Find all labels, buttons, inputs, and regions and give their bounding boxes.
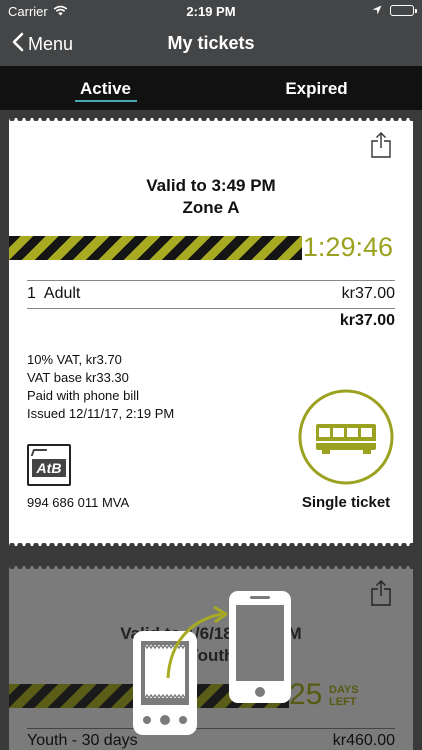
page-title: My tickets <box>167 33 255 53</box>
status-time: 2:19 PM <box>186 4 236 19</box>
total-price: kr37.00 <box>339 312 395 329</box>
divider <box>27 308 395 309</box>
line-item-label: Youth - 30 days <box>27 732 138 749</box>
left-label: LEFT <box>329 696 357 708</box>
valid-to-text: Valid to 3:49 PM <box>146 176 276 195</box>
status-right <box>372 3 417 18</box>
issued-text: Issued 12/11/17, 2:19 PM <box>27 406 175 421</box>
ticket-details: 10% VAT, kr3.70 VAT base kr33.30 Paid wi… <box>27 351 174 423</box>
vat-base-text: VAT base kr33.30 <box>27 370 129 385</box>
transfer-ticket-icon <box>130 588 295 738</box>
logo-text: AtB <box>32 459 66 477</box>
tab-active[interactable]: Active <box>0 66 211 110</box>
top-bar: Carrier 2:19 PM Menu My tickets <box>0 0 422 66</box>
ticket-tabs: Active Expired <box>0 66 422 110</box>
validity-stripe <box>9 236 302 260</box>
vat-text: 10% VAT, kr3.70 <box>27 352 122 367</box>
share-icon[interactable] <box>371 132 391 163</box>
navigation-bar: Menu My tickets <box>0 24 422 66</box>
tab-expired[interactable]: Expired <box>211 66 422 110</box>
line-item-price: kr37.00 <box>341 285 395 302</box>
line-item-label: 1 Adult <box>27 285 81 302</box>
ticket-type-label: Single ticket <box>301 494 391 511</box>
days-left-label: DAYS LEFT <box>329 684 359 708</box>
battery-icon <box>390 5 417 16</box>
status-bar: Carrier 2:19 PM <box>0 0 422 24</box>
atb-logo: AtB <box>27 444 71 486</box>
payment-method-text: Paid with phone bill <box>27 388 140 403</box>
share-icon[interactable] <box>371 580 391 611</box>
line-item-price: kr460.00 <box>332 732 395 749</box>
organization-number: 994 686 011 MVA <box>27 495 130 510</box>
bus-icon <box>297 388 395 486</box>
zone-text: Zone A <box>182 198 240 217</box>
days-label: DAYS <box>329 684 359 696</box>
countdown-timer: 1:29:46 <box>302 232 393 262</box>
active-ticket-card[interactable]: Valid to 3:49 PM Zone A 1:29:46 1 Adult … <box>9 116 413 548</box>
divider <box>27 280 395 281</box>
location-arrow-icon <box>372 3 382 18</box>
